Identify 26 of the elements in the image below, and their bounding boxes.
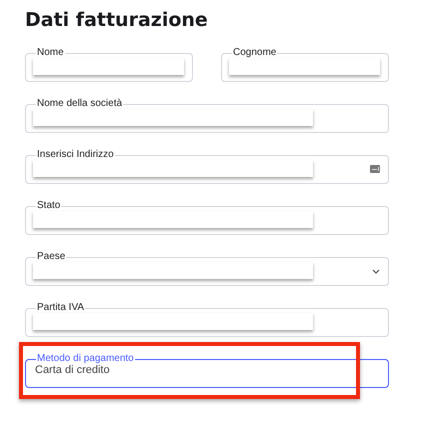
dropdown-field[interactable]: Paese bbox=[25, 252, 389, 286]
input-field[interactable] bbox=[33, 211, 313, 228]
field-label: Stato bbox=[36, 201, 62, 211]
field-label: Nome bbox=[36, 48, 65, 58]
input-field[interactable] bbox=[33, 262, 313, 279]
chevron-down-icon[interactable] bbox=[372, 269, 380, 274]
page-title: Dati fatturazione bbox=[25, 8, 209, 32]
input-field[interactable] bbox=[33, 160, 313, 177]
form-field[interactable]: Nome della società bbox=[25, 99, 389, 133]
form-field[interactable]: Metodo di pagamento Carta di credito bbox=[25, 354, 389, 388]
form-field[interactable]: Inserisci Indirizzo bbox=[25, 150, 389, 184]
input-field[interactable] bbox=[33, 109, 313, 126]
field-label: Cognome bbox=[232, 48, 278, 58]
field-label: Inserisci Indirizzo bbox=[36, 150, 115, 160]
input-field[interactable] bbox=[33, 58, 184, 75]
field-label: Partita IVA bbox=[36, 303, 86, 313]
form-field[interactable]: Stato bbox=[25, 201, 389, 235]
input-field[interactable] bbox=[33, 313, 313, 330]
field-value: Carta di credito bbox=[35, 364, 110, 376]
field-label: Paese bbox=[36, 252, 66, 262]
form-field[interactable]: Partita IVA bbox=[25, 303, 389, 337]
field-label: Nome della società bbox=[36, 99, 124, 109]
field-label: Metodo di pagamento bbox=[36, 354, 135, 364]
form-field[interactable]: Cognome bbox=[221, 48, 389, 82]
input-field[interactable] bbox=[229, 58, 380, 75]
form-field[interactable]: Nome bbox=[25, 48, 193, 82]
